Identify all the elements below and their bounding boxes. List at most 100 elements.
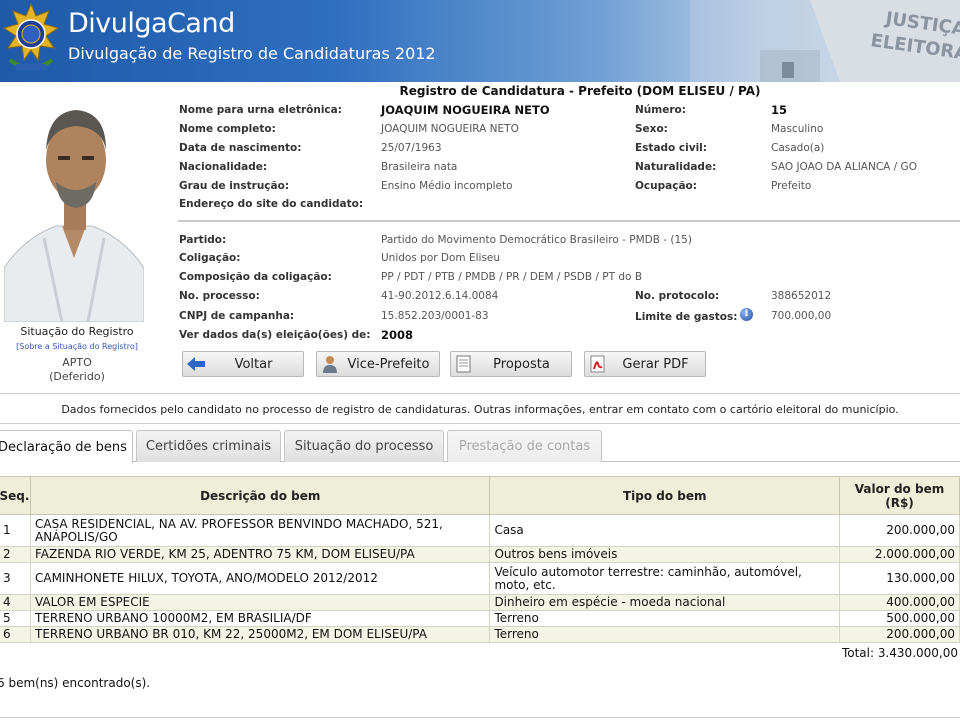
party-label: Partido: xyxy=(179,234,227,246)
section-divider xyxy=(178,220,960,222)
table-row: 5 TERRENO URBANO 10000M2, EM BRASILIA/DF… xyxy=(0,610,960,627)
nationality-label: Nacionalidade: xyxy=(179,161,268,173)
cnpj-label: CNPJ de campanha: xyxy=(179,310,295,322)
coalition-comp-value: PP / PDT / PTB / PMDB / PR / DEM / PSDB … xyxy=(381,271,643,283)
tab-prestacao-contas: Prestação de contas xyxy=(447,430,602,462)
cell-type: Casa xyxy=(489,514,841,547)
divider-top xyxy=(0,393,960,394)
cell-description: CASA RESIDENCIAL, NA AV. PROFESSOR BENVI… xyxy=(29,514,491,547)
table-row: 6 TERRENO URBANO BR 010, KM 22, 25000M2,… xyxy=(0,626,960,643)
sex-value: Masculino xyxy=(771,123,824,135)
sex-label: Sexo: xyxy=(635,123,668,135)
cell-description: VALOR EM ESPECIE xyxy=(29,594,491,611)
generate-pdf-button[interactable]: Gerar PDF xyxy=(584,351,706,377)
cell-type: Terreno xyxy=(489,610,841,627)
birth-label: Data de nascimento: xyxy=(179,142,302,154)
site-label: Endereço do site do candidato: xyxy=(179,198,364,210)
nationality-value: Brasileira nata xyxy=(381,161,458,173)
spend-limit-label: Limite de gastos: xyxy=(635,311,738,323)
cnpj-value: 15.852.203/0001-83 xyxy=(381,310,489,322)
table-row: 3 CAMINHONETE HILUX, TOYOTA, ANO/MODELO … xyxy=(0,562,960,595)
header-seq: Seq. xyxy=(0,476,31,515)
info-icon[interactable]: i xyxy=(740,308,753,321)
back-button[interactable]: Voltar xyxy=(182,351,304,377)
proposal-button-label: Proposta xyxy=(493,356,550,372)
number-label: Número: xyxy=(635,104,686,116)
protocol-value: 388652012 xyxy=(771,290,832,302)
app-subtitle: Divulgação de Registro de Candidaturas 2… xyxy=(68,44,436,63)
registration-status-value: APTO (Deferido) xyxy=(0,356,154,384)
registration-status-link[interactable]: [Sobre a Situação do Registro] xyxy=(0,342,154,351)
election-label: Ver dados da(s) eleição(ões) de: xyxy=(179,329,371,341)
election-year-link[interactable]: 2008 xyxy=(381,328,413,342)
cell-type: Terreno xyxy=(489,626,841,643)
header-value-line1: Valor do bem xyxy=(854,481,945,496)
cell-value: 200.000,00 xyxy=(839,514,960,547)
arrow-left-icon xyxy=(186,354,206,374)
tab-bar: Declaração de bens Certidões criminais S… xyxy=(0,428,960,463)
protocol-label: No. protocolo: xyxy=(635,290,720,302)
cell-seq: 6 xyxy=(0,626,31,643)
urna-name-value: JOAQUIM NOGUEIRA NETO xyxy=(381,103,550,117)
table-row: 1 CASA RESIDENCIAL, NA AV. PROFESSOR BEN… xyxy=(0,514,960,547)
footnote: Dados fornecidos pelo candidato no proce… xyxy=(61,403,899,416)
coalition-label: Coligação: xyxy=(179,252,241,264)
full-name-value: JOAQUIM NOGUEIRA NETO xyxy=(381,123,519,135)
cell-value: 200.000,00 xyxy=(839,626,960,643)
cell-type: Dinheiro em espécie - moeda nacional xyxy=(489,594,841,611)
birthplace-label: Naturalidade: xyxy=(635,161,717,173)
occupation-value: Prefeito xyxy=(771,180,812,192)
registration-status-title: Situação do Registro xyxy=(20,325,134,338)
cell-description: TERRENO URBANO BR 010, KM 22, 25000M2, E… xyxy=(29,626,491,643)
table-header-row: Seq. Descrição do bem Tipo do bem Valor … xyxy=(0,476,960,515)
cell-value: 130.000,00 xyxy=(839,562,960,595)
candidate-photo xyxy=(4,98,144,322)
cell-value: 400.000,00 xyxy=(839,594,960,611)
process-label: No. processo: xyxy=(179,290,260,302)
cell-seq: 5 xyxy=(0,610,31,627)
cell-description: TERRENO URBANO 10000M2, EM BRASILIA/DF xyxy=(29,610,491,627)
tab-situacao-processo[interactable]: Situação do processo xyxy=(284,430,444,462)
header-banner: DivulgaCand Divulgação de Registro de Ca… xyxy=(0,0,960,82)
cell-type: Veículo automotor terrestre: caminhão, a… xyxy=(489,562,841,595)
ballot-box-art: JUSTIÇA ELEITORA xyxy=(690,0,960,82)
education-value: Ensino Médio incompleto xyxy=(381,180,513,192)
document-icon xyxy=(454,354,474,374)
coalition-comp-label: Composição da coligação: xyxy=(179,271,332,283)
cell-seq: 1 xyxy=(0,514,31,547)
header-type: Tipo do bem xyxy=(489,476,841,515)
tab-declaracao-bens[interactable]: Declaração de bens xyxy=(0,430,133,463)
coalition-value: Unidos por Dom Eliseu xyxy=(381,252,501,264)
divider-bottom xyxy=(0,717,960,718)
urna-name-label: Nome para urna eletrônica: xyxy=(179,104,342,116)
civil-value: Casado(a) xyxy=(771,142,825,154)
person-icon xyxy=(320,354,340,374)
process-value: 41-90.2012.6.14.0084 xyxy=(381,290,499,302)
vice-mayor-button-label: Vice-Prefeito xyxy=(347,356,430,372)
cell-value: 500.000,00 xyxy=(839,610,960,627)
proposal-button[interactable]: Proposta xyxy=(450,351,572,377)
assets-count: 6 bem(ns) encontrado(s). xyxy=(0,676,151,690)
header-value: Valor do bem (R$) xyxy=(839,476,960,515)
header-description: Descrição do bem xyxy=(29,476,491,515)
app-title: DivulgaCand xyxy=(68,8,235,39)
tab-certidoes-criminais[interactable]: Certidões criminais xyxy=(136,430,281,462)
cell-seq: 3 xyxy=(0,562,31,595)
assets-table: Seq. Descrição do bem Tipo do bem Valor … xyxy=(0,476,960,643)
cell-value: 2.000.000,00 xyxy=(839,546,960,563)
education-label: Grau de instrução: xyxy=(179,180,290,192)
vice-mayor-button[interactable]: Vice-Prefeito xyxy=(316,351,440,377)
registration-status-detail: (Deferido) xyxy=(49,370,105,383)
record-title: Registro de Candidatura - Prefeito (DOM … xyxy=(399,84,761,98)
cell-seq: 2 xyxy=(0,546,31,563)
table-total: Total: 3.430.000,00 xyxy=(841,646,958,660)
generate-pdf-button-label: Gerar PDF xyxy=(622,356,689,372)
divider-mid xyxy=(0,423,960,424)
spend-limit-value: 700.000,00 xyxy=(771,310,832,322)
cell-type: Outros bens imóveis xyxy=(489,546,841,563)
republic-seal-icon xyxy=(2,2,60,70)
birthplace-value: SAO JOAO DA ALIANCA / GO xyxy=(771,161,917,173)
party-value: Partido do Movimento Democrático Brasile… xyxy=(381,234,692,246)
back-button-label: Voltar xyxy=(234,356,273,372)
cell-description: FAZENDA RIO VERDE, KM 25, ADENTRO 75 KM,… xyxy=(29,546,491,563)
